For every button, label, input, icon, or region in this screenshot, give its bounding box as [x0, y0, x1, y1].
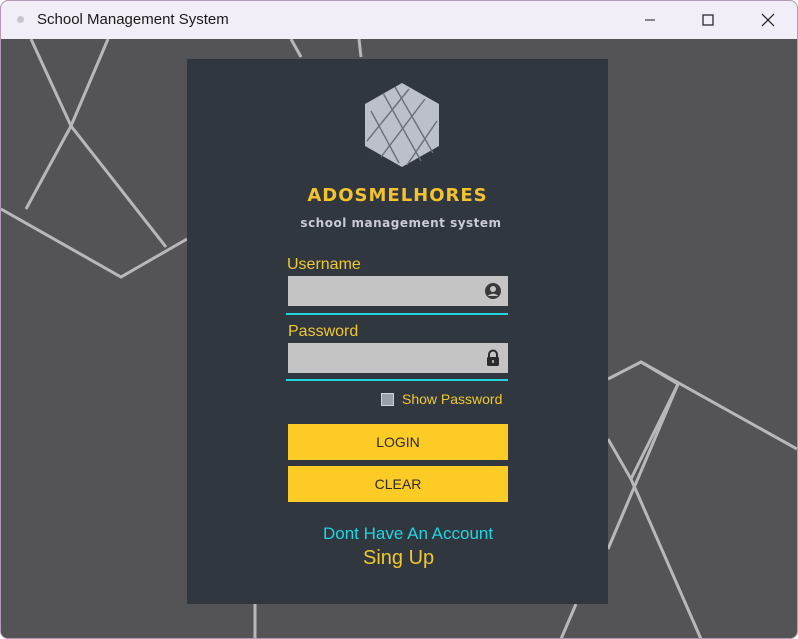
clear-button[interactable]: CLEAR	[288, 466, 508, 502]
user-circle-icon	[485, 283, 501, 299]
lock-icon	[487, 349, 499, 366]
minimize-icon	[645, 19, 655, 21]
login-button[interactable]: LOGIN	[288, 424, 508, 460]
username-underline	[286, 313, 508, 315]
password-input[interactable]	[288, 343, 478, 373]
username-label: Username	[287, 256, 361, 273]
window-title: School Management System	[37, 11, 229, 28]
maximize-button[interactable]	[679, 1, 737, 39]
maximize-icon	[702, 14, 714, 26]
username-field[interactable]	[288, 276, 508, 306]
app-window: School Management System ADOSMELHORES sc…	[0, 0, 798, 639]
login-panel: ADOSMELHORES school management system Us…	[187, 59, 608, 604]
title-bar[interactable]: School Management System	[1, 1, 797, 39]
password-field[interactable]	[288, 343, 508, 373]
no-account-text: Dont Have An Account	[323, 524, 494, 543]
username-input[interactable]	[288, 276, 478, 306]
brand-subtitle: school management system	[300, 216, 502, 230]
password-underline	[286, 379, 508, 381]
brand-name: ADOSMELHORES	[307, 185, 488, 206]
show-password-toggle[interactable]: Show Password	[381, 391, 502, 407]
minimize-button[interactable]	[621, 1, 679, 39]
signup-link[interactable]: Sing Up	[363, 547, 434, 570]
show-password-checkbox[interactable]	[381, 392, 394, 406]
show-password-label: Show Password	[402, 391, 503, 407]
password-label: Password	[288, 323, 359, 340]
hexagon-logo-icon	[365, 83, 439, 167]
app-icon	[17, 16, 24, 23]
close-icon	[761, 13, 775, 27]
close-button[interactable]	[739, 1, 797, 39]
